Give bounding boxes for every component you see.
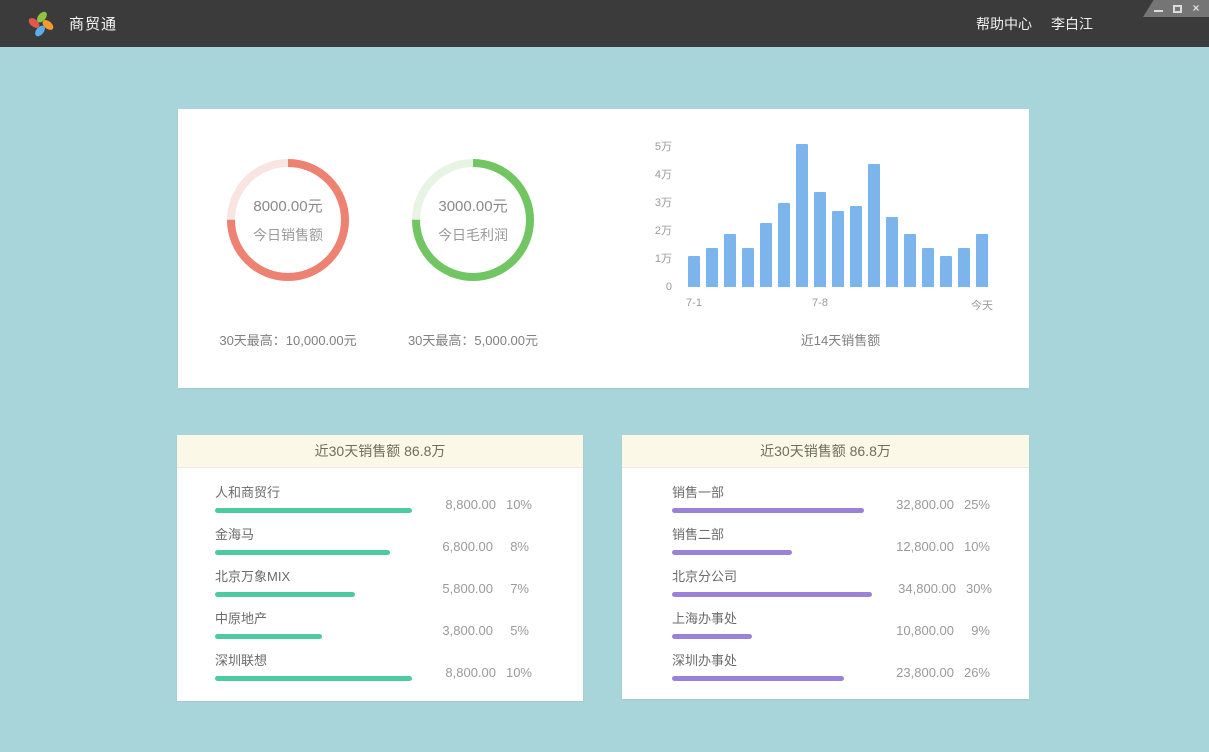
department-sales-value: 32,800.00	[870, 497, 954, 512]
customer-sales-bar	[215, 634, 322, 639]
y-axis-tick: 2万	[648, 224, 672, 238]
department-ranking-title: 近30天销售额 86.8万	[622, 435, 1029, 468]
department-ranking-card: 近30天销售额 86.8万 销售一部 32,800.00 25% 销售二部 12…	[622, 435, 1029, 699]
department-name: 上海办事处	[672, 611, 870, 627]
customer-ranking-row: 深圳联想 8,800.00 10%	[215, 653, 529, 681]
department-sales-value: 34,800.00	[872, 581, 956, 596]
overview-card: 8000.00元 今日销售额 30天最高：10,000.00元 3000.00元…	[178, 109, 1029, 388]
customer-sales-value: 8,800.00	[412, 497, 496, 512]
bar	[742, 248, 754, 287]
current-user-link[interactable]: 李白江	[1051, 14, 1093, 34]
minimize-icon[interactable]	[1153, 3, 1163, 14]
customer-ranking-row: 中原地产 3,800.00 5%	[215, 611, 529, 639]
customer-ranking-row: 人和商贸行 8,800.00 10%	[215, 485, 529, 513]
customer-sales-bar	[215, 550, 390, 555]
bar	[850, 206, 862, 287]
department-sales-bar	[672, 550, 792, 555]
bar	[958, 248, 970, 287]
today-profit-30d-max: 30天最高：5,000.00元	[363, 330, 583, 349]
bar	[814, 192, 826, 287]
y-axis-tick: 1万	[648, 252, 672, 266]
close-icon[interactable]: ×	[1191, 3, 1201, 14]
department-sales-percent: 30%	[956, 581, 992, 596]
department-sales-bar	[672, 592, 872, 597]
department-sales-bar	[672, 634, 752, 639]
x-axis-tick: 7-1	[686, 297, 702, 309]
bar	[760, 223, 772, 287]
customer-sales-value: 3,800.00	[409, 623, 493, 638]
department-sales-percent: 10%	[954, 539, 990, 554]
customer-name: 中原地产	[215, 611, 409, 627]
customer-ranking-row: 北京万象MIX 5,800.00 7%	[215, 569, 529, 597]
y-axis-tick: 0	[648, 280, 672, 294]
y-axis-tick: 3万	[648, 196, 672, 210]
department-sales-percent: 9%	[954, 623, 990, 638]
department-sales-bar	[672, 508, 864, 513]
customer-ranking-card: 近30天销售额 86.8万 人和商贸行 8,800.00 10% 金海马 6,8…	[177, 435, 583, 701]
department-ranking-row: 深圳办事处 23,800.00 26%	[672, 653, 990, 681]
department-name: 深圳办事处	[672, 653, 870, 669]
customer-sales-percent: 5%	[493, 623, 529, 638]
today-profit-label: 今日毛利润	[438, 225, 508, 245]
help-center-link[interactable]: 帮助中心	[976, 14, 1032, 34]
x-axis-tick: 7-8	[812, 297, 828, 309]
bar	[706, 248, 718, 287]
customer-name: 深圳联想	[215, 653, 412, 669]
y-axis-tick: 4万	[648, 168, 672, 182]
customer-sales-percent: 10%	[496, 497, 532, 512]
bar	[886, 217, 898, 287]
bar	[976, 234, 988, 287]
department-name: 销售一部	[672, 485, 870, 501]
sales-14d-bar-chart: 5万 4万 3万 2万 1万 0 7-1 7-8 今天 近14天销售额	[648, 139, 1008, 369]
department-sales-bar	[672, 676, 844, 681]
y-axis-tick: 5万	[648, 140, 672, 154]
customer-sales-bar	[215, 508, 412, 513]
bar	[796, 144, 808, 287]
today-sales-value: 8000.00元	[253, 195, 322, 216]
today-sales-label: 今日销售额	[253, 225, 323, 245]
bar	[688, 256, 700, 287]
window-controls: ×	[1143, 0, 1209, 17]
customer-sales-percent: 8%	[493, 539, 529, 554]
department-sales-value: 23,800.00	[870, 665, 954, 680]
department-ranking-row: 销售一部 32,800.00 25%	[672, 485, 990, 513]
customer-ranking-row: 金海马 6,800.00 8%	[215, 527, 529, 555]
customer-sales-value: 5,800.00	[409, 581, 493, 596]
customer-name: 北京万象MIX	[215, 569, 409, 585]
customer-sales-percent: 7%	[493, 581, 529, 596]
department-name: 北京分公司	[672, 569, 872, 585]
customer-ranking-title: 近30天销售额 86.8万	[177, 435, 583, 468]
customer-sales-percent: 10%	[496, 665, 532, 680]
bar-chart-bars	[688, 139, 993, 287]
department-ranking-row: 北京分公司 34,800.00 30%	[672, 569, 990, 597]
department-ranking-row: 销售二部 12,800.00 10%	[672, 527, 990, 555]
bar	[868, 164, 880, 287]
maximize-icon[interactable]	[1172, 3, 1182, 14]
department-name: 销售二部	[672, 527, 870, 543]
customer-name: 金海马	[215, 527, 409, 543]
today-profit-value: 3000.00元	[438, 195, 507, 216]
customer-name: 人和商贸行	[215, 485, 412, 501]
customer-sales-bar	[215, 676, 412, 681]
customer-sales-value: 6,800.00	[409, 539, 493, 554]
department-sales-percent: 26%	[954, 665, 990, 680]
app-logo-pinwheel-icon	[27, 10, 55, 38]
customer-sales-value: 8,800.00	[412, 665, 496, 680]
app-title: 商贸通	[69, 13, 117, 34]
x-axis-tick: 今天	[971, 297, 993, 313]
department-sales-value: 12,800.00	[870, 539, 954, 554]
bar	[724, 234, 736, 287]
today-profit-gauge: 3000.00元 今日毛利润 30天最高：5,000.00元	[363, 157, 583, 349]
bar	[832, 211, 844, 287]
bar	[922, 248, 934, 287]
bar	[940, 256, 952, 287]
titlebar: 商贸通 帮助中心 李白江 ×	[0, 0, 1209, 47]
bar-chart-caption: 近14天销售额	[688, 330, 993, 349]
department-sales-percent: 25%	[954, 497, 990, 512]
bar	[778, 203, 790, 287]
department-sales-value: 10,800.00	[870, 623, 954, 638]
bar	[904, 234, 916, 287]
customer-sales-bar	[215, 592, 355, 597]
department-ranking-row: 上海办事处 10,800.00 9%	[672, 611, 990, 639]
